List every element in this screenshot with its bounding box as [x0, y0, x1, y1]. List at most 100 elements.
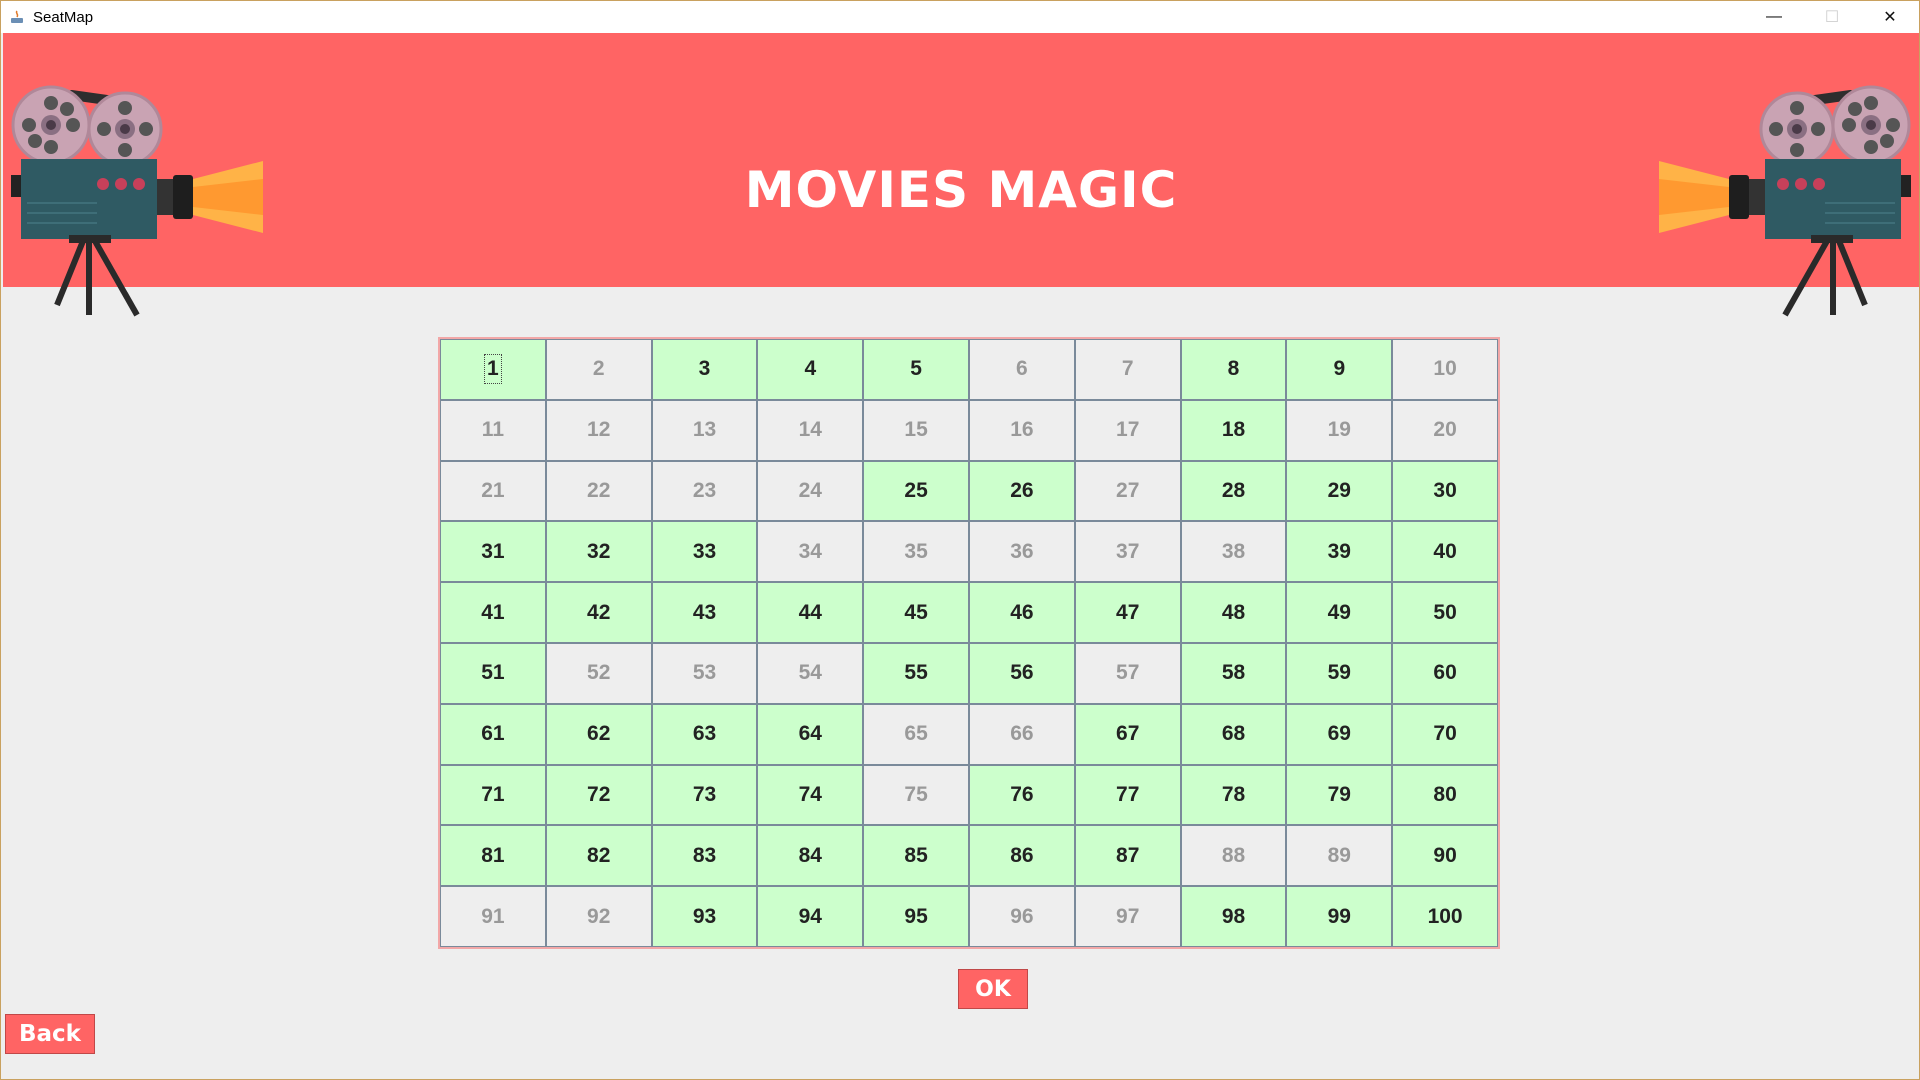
seat-button[interactable]: 88 — [1180, 825, 1287, 887]
seat-button[interactable]: 71 — [440, 764, 546, 826]
seat-button[interactable]: 66 — [969, 703, 1075, 765]
seat-button[interactable]: 51 — [440, 642, 546, 704]
seat-button[interactable]: 33 — [651, 521, 758, 583]
seat-button[interactable]: 70 — [1392, 703, 1498, 765]
seat-button[interactable]: 82 — [545, 825, 652, 887]
seat-button[interactable]: 37 — [1074, 521, 1181, 583]
seat-button[interactable]: 40 — [1392, 521, 1498, 583]
seat-button[interactable]: 72 — [545, 764, 652, 826]
seat-button[interactable]: 36 — [969, 521, 1075, 583]
seat-button[interactable]: 56 — [969, 642, 1075, 704]
seat-button[interactable]: 77 — [1074, 764, 1181, 826]
seat-button[interactable]: 47 — [1074, 582, 1181, 643]
minimize-button[interactable]: — — [1745, 1, 1803, 33]
seat-button[interactable]: 91 — [440, 886, 546, 947]
seat-button[interactable]: 35 — [863, 521, 969, 583]
seat-button[interactable]: 74 — [757, 764, 864, 826]
seat-button[interactable]: 18 — [1180, 399, 1287, 461]
seat-button[interactable]: 6 — [969, 339, 1075, 400]
seat-button[interactable]: 53 — [651, 642, 758, 704]
seat-button[interactable]: 5 — [863, 339, 969, 400]
seat-button[interactable]: 96 — [969, 886, 1075, 947]
seat-button[interactable]: 26 — [969, 460, 1075, 522]
seat-button[interactable]: 78 — [1180, 764, 1287, 826]
seat-button[interactable]: 8 — [1180, 339, 1287, 400]
seat-button[interactable]: 73 — [651, 764, 758, 826]
seat-button[interactable]: 62 — [545, 703, 652, 765]
seat-button[interactable]: 63 — [651, 703, 758, 765]
seat-button[interactable]: 59 — [1286, 642, 1393, 704]
seat-button[interactable]: 31 — [440, 521, 546, 583]
seat-button[interactable]: 25 — [863, 460, 969, 522]
seat-button[interactable]: 97 — [1074, 886, 1181, 947]
seat-button[interactable]: 89 — [1286, 825, 1393, 887]
seat-button[interactable]: 44 — [757, 582, 864, 643]
seat-button[interactable]: 95 — [863, 886, 969, 947]
seat-button[interactable]: 13 — [651, 399, 758, 461]
seat-button[interactable]: 42 — [545, 582, 652, 643]
seat-button[interactable]: 46 — [969, 582, 1075, 643]
seat-button[interactable]: 81 — [440, 825, 546, 887]
seat-button[interactable]: 90 — [1392, 825, 1498, 887]
seat-button[interactable]: 67 — [1074, 703, 1181, 765]
seat-button[interactable]: 28 — [1180, 460, 1287, 522]
seat-button[interactable]: 50 — [1392, 582, 1498, 643]
seat-button[interactable]: 21 — [440, 460, 546, 522]
seat-button[interactable]: 87 — [1074, 825, 1181, 887]
seat-button[interactable]: 58 — [1180, 642, 1287, 704]
seat-button[interactable]: 86 — [969, 825, 1075, 887]
seat-button[interactable]: 24 — [757, 460, 864, 522]
seat-button[interactable]: 55 — [863, 642, 969, 704]
seat-button[interactable]: 60 — [1392, 642, 1498, 704]
seat-button[interactable]: 100 — [1392, 886, 1498, 947]
seat-button[interactable]: 16 — [969, 399, 1075, 461]
seat-button[interactable]: 49 — [1286, 582, 1393, 643]
seat-button[interactable]: 61 — [440, 703, 546, 765]
seat-button[interactable]: 7 — [1074, 339, 1181, 400]
seat-button[interactable]: 65 — [863, 703, 969, 765]
seat-button[interactable]: 75 — [863, 764, 969, 826]
back-button[interactable]: Back — [5, 1014, 95, 1054]
seat-button[interactable]: 2 — [545, 339, 652, 400]
seat-button[interactable]: 30 — [1392, 460, 1498, 522]
seat-button[interactable]: 38 — [1180, 521, 1287, 583]
seat-button[interactable]: 99 — [1286, 886, 1393, 947]
seat-button[interactable]: 23 — [651, 460, 758, 522]
seat-button[interactable]: 45 — [863, 582, 969, 643]
seat-button[interactable]: 85 — [863, 825, 969, 887]
seat-button[interactable]: 43 — [651, 582, 758, 643]
seat-button[interactable]: 98 — [1180, 886, 1287, 947]
seat-button[interactable]: 17 — [1074, 399, 1181, 461]
seat-button[interactable]: 84 — [757, 825, 864, 887]
seat-button[interactable]: 12 — [545, 399, 652, 461]
seat-button[interactable]: 9 — [1286, 339, 1393, 400]
ok-button[interactable]: OK — [958, 969, 1028, 1009]
seat-button[interactable]: 1 — [440, 339, 546, 400]
seat-button[interactable]: 22 — [545, 460, 652, 522]
seat-button[interactable]: 10 — [1392, 339, 1498, 400]
seat-button[interactable]: 4 — [757, 339, 864, 400]
maximize-button[interactable]: ☐ — [1803, 1, 1861, 33]
seat-button[interactable]: 34 — [757, 521, 864, 583]
seat-button[interactable]: 54 — [757, 642, 864, 704]
seat-button[interactable]: 32 — [545, 521, 652, 583]
seat-button[interactable]: 94 — [757, 886, 864, 947]
seat-button[interactable]: 57 — [1074, 642, 1181, 704]
seat-button[interactable]: 92 — [545, 886, 652, 947]
seat-button[interactable]: 27 — [1074, 460, 1181, 522]
seat-button[interactable]: 48 — [1180, 582, 1287, 643]
seat-button[interactable]: 83 — [651, 825, 758, 887]
seat-button[interactable]: 19 — [1286, 399, 1393, 461]
seat-button[interactable]: 68 — [1180, 703, 1287, 765]
seat-button[interactable]: 93 — [651, 886, 758, 947]
seat-button[interactable]: 41 — [440, 582, 546, 643]
seat-button[interactable]: 64 — [757, 703, 864, 765]
seat-button[interactable]: 3 — [651, 339, 758, 400]
seat-button[interactable]: 80 — [1392, 764, 1498, 826]
seat-button[interactable]: 52 — [545, 642, 652, 704]
seat-button[interactable]: 20 — [1392, 399, 1498, 461]
seat-button[interactable]: 76 — [969, 764, 1075, 826]
seat-button[interactable]: 15 — [863, 399, 969, 461]
seat-button[interactable]: 69 — [1286, 703, 1393, 765]
seat-button[interactable]: 14 — [757, 399, 864, 461]
